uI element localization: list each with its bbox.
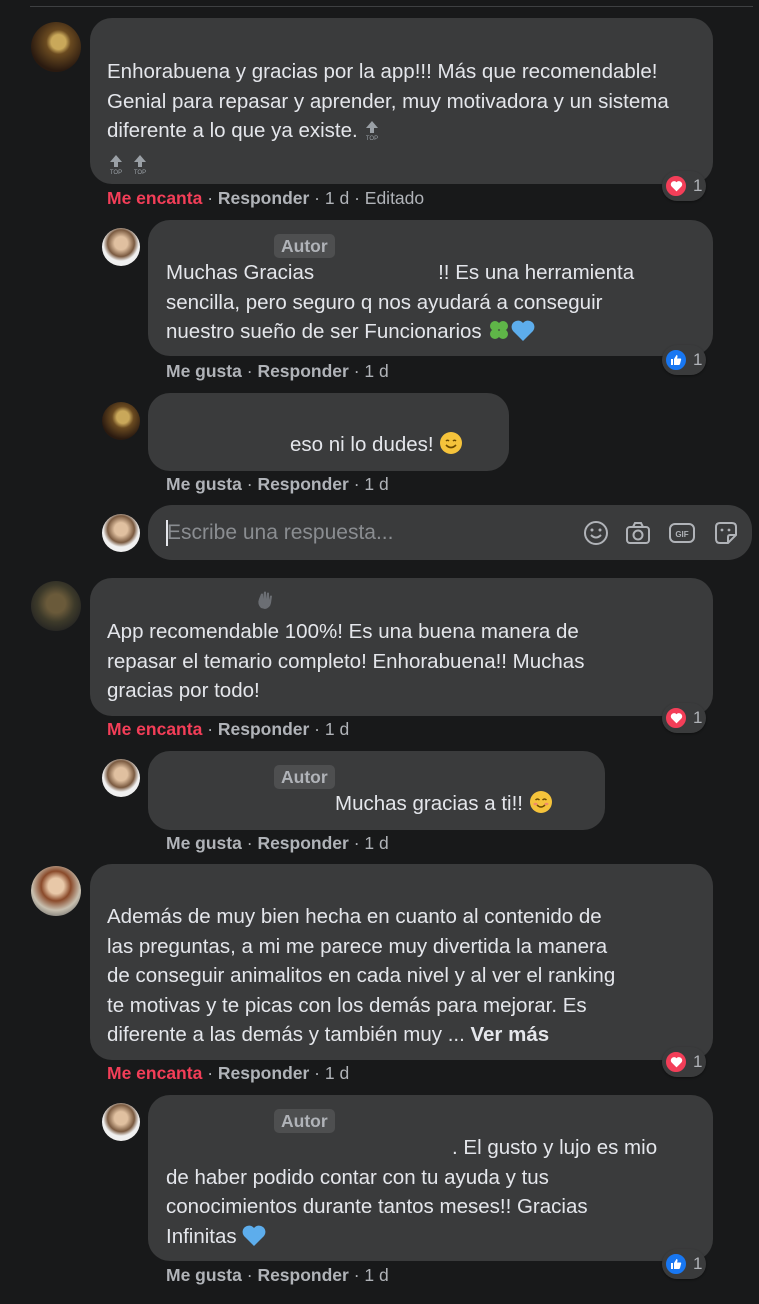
heart-icon bbox=[664, 706, 688, 730]
camera-icon[interactable] bbox=[624, 519, 652, 547]
commenter-avatar[interactable] bbox=[102, 402, 140, 440]
top-arrow-icon: TOP bbox=[107, 153, 125, 184]
gif-icon[interactable]: GIF bbox=[668, 519, 696, 547]
heart-icon bbox=[664, 174, 688, 198]
wave-icon bbox=[255, 590, 275, 615]
reply-button[interactable]: Responder bbox=[218, 1063, 309, 1083]
reply-text: eso ni lo dudes! bbox=[290, 430, 463, 464]
author-avatar[interactable] bbox=[102, 1103, 140, 1141]
commenter-avatar[interactable] bbox=[31, 581, 81, 631]
author-avatar[interactable] bbox=[102, 228, 140, 266]
my-avatar bbox=[102, 514, 140, 552]
thumbs-up-icon bbox=[664, 348, 688, 372]
comment-text: App recomendable 100%! Es una buena mane… bbox=[107, 620, 585, 702]
svg-text:TOP: TOP bbox=[366, 136, 378, 141]
sticker-icon[interactable] bbox=[712, 519, 740, 547]
reaction-count[interactable]: 1 bbox=[662, 1047, 707, 1077]
timestamp[interactable]: 1 d bbox=[325, 188, 349, 208]
like-button[interactable]: Me gusta bbox=[166, 833, 242, 853]
blush-emoji-icon bbox=[529, 790, 553, 823]
comment-actions: Me encanta · Responder · 1 d bbox=[107, 719, 350, 739]
top-arrow-icon: TOP bbox=[363, 119, 381, 150]
top-arrow-icon: TOP bbox=[131, 153, 149, 184]
timestamp[interactable]: 1 d bbox=[364, 1265, 388, 1285]
author-avatar[interactable] bbox=[102, 759, 140, 797]
like-button[interactable]: Me gusta bbox=[166, 361, 242, 381]
author-badge: Autor bbox=[274, 234, 335, 258]
timestamp[interactable]: 1 d bbox=[325, 1063, 349, 1083]
see-more-link[interactable]: Ver más bbox=[470, 1023, 549, 1046]
reply-button[interactable]: Responder bbox=[257, 1265, 348, 1285]
clover-icon bbox=[487, 318, 511, 351]
love-button[interactable]: Me encanta bbox=[107, 1063, 202, 1083]
reply-text: Muchas gracias a ti!! bbox=[335, 789, 553, 823]
reply-actions: Me gusta · Responder · 1 d bbox=[166, 1265, 389, 1285]
emoji-picker-icon[interactable] bbox=[582, 519, 610, 547]
blue-heart-icon bbox=[511, 320, 535, 351]
svg-text:TOP: TOP bbox=[110, 170, 122, 175]
love-button[interactable]: Me encanta bbox=[107, 188, 202, 208]
like-button[interactable]: Me gusta bbox=[166, 1265, 242, 1285]
comment-text: Enhorabuena y gracias por la app!!! Más … bbox=[107, 57, 697, 183]
svg-text:TOP: TOP bbox=[134, 170, 146, 175]
comment-actions: Me encanta · Responder · 1 d bbox=[107, 1063, 350, 1083]
blue-heart-icon bbox=[242, 1225, 266, 1256]
love-button[interactable]: Me encanta bbox=[107, 719, 202, 739]
timestamp[interactable]: 1 d bbox=[364, 361, 388, 381]
reply-placeholder: Escribe una respuesta... bbox=[167, 521, 394, 544]
reaction-count[interactable]: 1 bbox=[662, 1249, 707, 1279]
author-badge: Autor bbox=[274, 1109, 335, 1133]
reply-button[interactable]: Responder bbox=[218, 719, 309, 739]
reaction-count[interactable]: 1 bbox=[662, 703, 707, 733]
comment-actions: Me encanta · Responder · 1 d · Editado bbox=[107, 188, 425, 208]
divider bbox=[30, 6, 753, 7]
reply-text: Muchas Gracias!! Es una herramienta senc… bbox=[166, 258, 706, 351]
reply-actions: Me gusta · Responder · 1 d bbox=[166, 833, 389, 853]
reply-actions: Me gusta · Responder · 1 d bbox=[166, 361, 389, 381]
commenter-avatar[interactable] bbox=[31, 22, 81, 72]
timestamp[interactable]: 1 d bbox=[364, 833, 388, 853]
reply-button[interactable]: Responder bbox=[218, 188, 309, 208]
reply-text: . El gusto y lujo es mio de haber podido… bbox=[166, 1133, 706, 1255]
commenter-avatar[interactable] bbox=[31, 866, 81, 916]
reply-actions: Me gusta · Responder · 1 d bbox=[166, 474, 389, 494]
heart-icon bbox=[664, 1050, 688, 1074]
svg-text:GIF: GIF bbox=[675, 530, 688, 539]
smile-emoji-icon bbox=[439, 431, 463, 464]
reply-button[interactable]: Responder bbox=[257, 833, 348, 853]
comment-text: Además de muy bien hecha en cuanto al co… bbox=[107, 905, 616, 1046]
reaction-count[interactable]: 1 bbox=[662, 345, 707, 375]
reaction-count[interactable]: 1 bbox=[662, 171, 707, 201]
timestamp[interactable]: 1 d bbox=[325, 719, 349, 739]
author-badge: Autor bbox=[274, 765, 335, 789]
like-button[interactable]: Me gusta bbox=[166, 474, 242, 494]
edited-label: Editado bbox=[364, 188, 425, 208]
reply-button[interactable]: Responder bbox=[257, 361, 348, 381]
reply-button[interactable]: Responder bbox=[257, 474, 348, 494]
timestamp[interactable]: 1 d bbox=[364, 474, 388, 494]
thumbs-up-icon bbox=[664, 1252, 688, 1276]
